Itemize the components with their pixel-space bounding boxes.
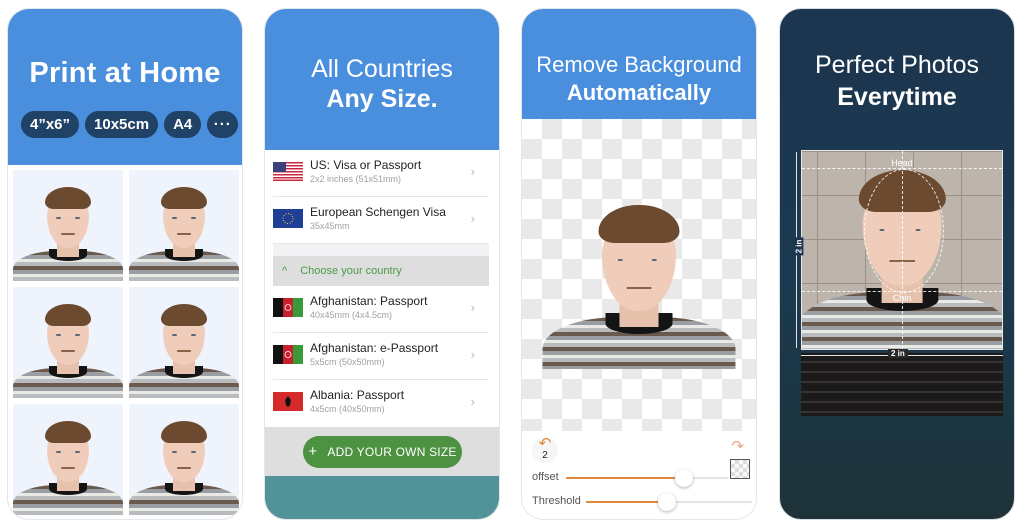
undo-button[interactable]: ↶ 2 (532, 435, 558, 463)
size-chip-10x5cm[interactable]: 10x5cm (85, 111, 159, 138)
offset-label: offset (532, 471, 559, 483)
panel-title-line2: Everytime (837, 83, 957, 111)
passport-photo-preview: Head Chin (801, 150, 1003, 350)
width-dimension-label: 2 in (888, 349, 908, 358)
afghanistan-flag-icon (273, 345, 303, 364)
list-item-title: Albania: Passport (310, 388, 405, 402)
panel-perfect-photos: Perfect Photos Everytime Head Chin 2 in … (779, 8, 1015, 520)
panel-all-countries: All Countries Any Size. US: Visa or Pass… (264, 8, 500, 520)
threshold-label: Threshold (532, 495, 581, 507)
size-chip-a4[interactable]: A4 (164, 111, 202, 138)
background-swatch-button[interactable] (730, 459, 750, 479)
afghanistan-flag-icon (273, 298, 303, 317)
section-spacer (273, 244, 489, 256)
panel-title-line1: All Countries (311, 55, 453, 83)
eu-flag-icon (273, 209, 303, 228)
header-banner: Print at Home 4”x6” 10x5cm A4 ··· (8, 9, 242, 165)
chevron-right-icon: › (470, 347, 475, 362)
person-portrait (129, 298, 239, 398)
size-chip-4x6[interactable]: 4”x6” (21, 111, 80, 138)
height-dimension-label: 2 in (794, 237, 804, 256)
photo-thumbnail (13, 170, 123, 281)
list-item-subtitle: 35x45mm (310, 221, 350, 231)
choose-country-header[interactable]: ^ Choose your country (273, 256, 489, 286)
plus-icon: + (308, 443, 318, 460)
panel-title-line1: Perfect Photos (815, 51, 979, 79)
header-banner: All Countries Any Size. (265, 9, 499, 150)
chevron-right-icon: › (470, 394, 475, 409)
panel-title: Print at Home (29, 57, 221, 89)
panel-title-line1: Remove Background (536, 52, 742, 77)
size-chip-group: 4”x6” 10x5cm A4 ··· (21, 111, 239, 138)
panel-remove-background: Remove Background Automatically ↶ 2 ↷ of… (521, 8, 757, 520)
list-item-title: US: Visa or Passport (310, 158, 422, 172)
albania-flag-icon (273, 392, 303, 411)
list-item-title: Afghanistan: e-Passport (310, 341, 439, 355)
list-item[interactable]: European Schengen Visa 35x45mm › (273, 197, 489, 244)
photo-thumbnail (129, 170, 239, 281)
portrait-cutout (522, 119, 756, 369)
list-item-subtitle: 5x5cm (50x50mm) (310, 357, 385, 367)
threshold-slider-handle[interactable] (658, 493, 677, 511)
undo-icon: ↶ (538, 435, 552, 452)
photo-print-grid (13, 170, 239, 515)
offset-slider-fill (566, 477, 685, 479)
editor-controls: ↶ 2 ↷ offset Threshold (522, 431, 756, 519)
person-portrait (129, 415, 239, 515)
chin-label: Chin (892, 293, 912, 303)
head-label: Head (891, 158, 913, 168)
photo-thumbnail (13, 287, 123, 398)
offset-slider-handle[interactable] (675, 469, 694, 487)
list-item-subtitle: 40x45mm (4x4.5cm) (310, 310, 393, 320)
more-sizes-button[interactable]: ··· (207, 111, 239, 138)
threshold-slider[interactable] (586, 493, 752, 511)
chevron-right-icon: › (470, 300, 475, 315)
transparent-canvas (522, 119, 756, 431)
redo-button[interactable]: ↷ (731, 437, 744, 455)
add-button-label: ADD YOUR OWN SIZE (327, 445, 457, 459)
us-flag-icon (273, 162, 303, 181)
photo-overflow (801, 353, 1003, 416)
country-list: US: Visa or Passport 2x2 inches (51x51mm… (273, 150, 489, 427)
panel-title-line2: Automatically (566, 80, 712, 105)
person-portrait (542, 194, 736, 369)
footer-background (265, 476, 499, 519)
photo-thumbnail (13, 404, 123, 515)
person-portrait (129, 181, 239, 281)
person-portrait (13, 181, 123, 281)
list-item[interactable]: Afghanistan: e-Passport 5x5cm (50x50mm) … (273, 333, 489, 380)
list-item[interactable]: Afghanistan: Passport 40x45mm (4x4.5cm) … (273, 286, 489, 333)
list-item-title: European Schengen Visa (310, 205, 446, 219)
list-item-subtitle: 4x5cm (40x50mm) (310, 404, 385, 414)
chevron-right-icon: › (470, 211, 475, 226)
list-item-title: Afghanistan: Passport (310, 294, 428, 308)
photo-thumbnail (129, 287, 239, 398)
list-item[interactable]: US: Visa or Passport 2x2 inches (51x51mm… (273, 150, 489, 197)
undo-count: 2 (542, 450, 548, 461)
chevron-up-icon: ^ (282, 265, 288, 277)
panel-print-at-home: Print at Home 4”x6” 10x5cm A4 ··· (7, 8, 243, 520)
panel-title-line2: Any Size. (326, 85, 438, 113)
person-portrait (13, 415, 123, 515)
choose-country-label: Choose your country (300, 265, 402, 277)
threshold-slider-fill (586, 501, 668, 503)
person-portrait (13, 298, 123, 398)
add-your-own-size-button[interactable]: + ADD YOUR OWN SIZE (303, 436, 462, 468)
list-item[interactable]: Albania: Passport 4x5cm (40x50mm) › (273, 380, 489, 427)
chevron-right-icon: › (470, 164, 475, 179)
list-item-subtitle: 2x2 inches (51x51mm) (310, 174, 402, 184)
photo-thumbnail (129, 404, 239, 515)
header-banner: Remove Background Automatically (522, 9, 756, 119)
face-oval-guide (864, 169, 944, 293)
offset-slider[interactable] (566, 469, 728, 487)
